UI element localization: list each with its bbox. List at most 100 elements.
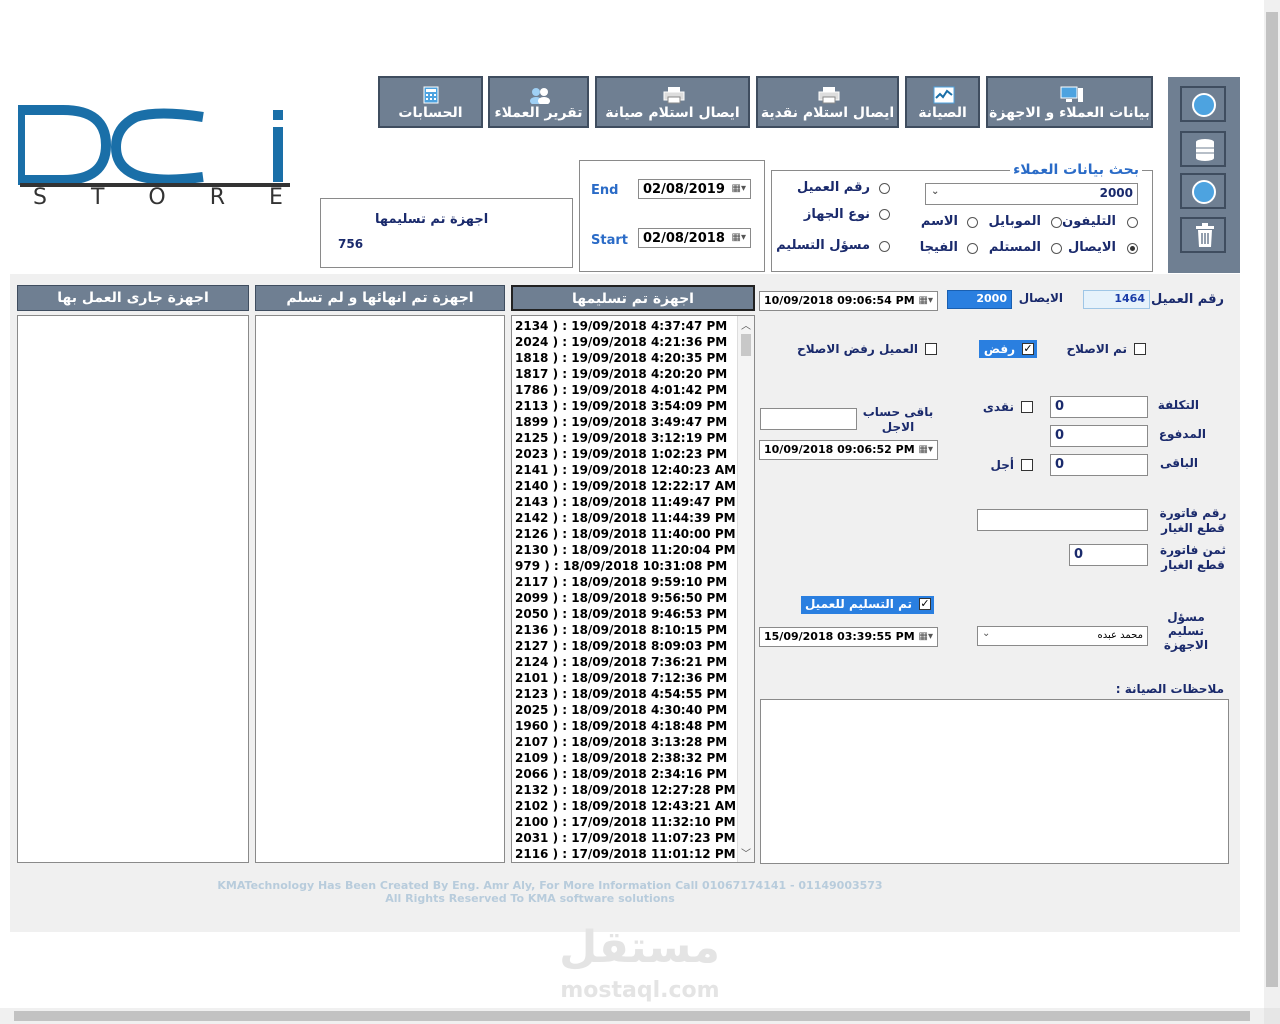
delivered-count-title: اجهزة تم تسليمها: [375, 212, 489, 227]
search-box: بحث بيانات العملاء 2000 ⌄ رقم العميل نوع …: [771, 162, 1153, 272]
list-item[interactable]: 2134 ) : 19/09/2018 4:37:47 PM: [512, 318, 738, 334]
parts-invoice-no-field[interactable]: [977, 509, 1148, 531]
list-item[interactable]: 2023 ) : 19/09/2018 1:02:23 PM: [512, 446, 738, 462]
delivery-person-value: محمد عبده: [1097, 630, 1144, 641]
radio-name-label: الاسم: [920, 214, 958, 229]
list-item[interactable]: 1960 ) : 18/09/2018 4:18:48 PM: [512, 718, 738, 734]
database-button[interactable]: [1180, 131, 1226, 167]
cost-field[interactable]: 0: [1050, 396, 1148, 418]
scroll-thumb[interactable]: [741, 334, 751, 356]
radio-receipt-label: الايصال: [1068, 240, 1116, 255]
customer-no-value: 1464: [1114, 292, 1145, 305]
horizontal-scrollbar[interactable]: [0, 1008, 1264, 1024]
power-button[interactable]: [1180, 86, 1226, 122]
list-item[interactable]: 1899 ) : 19/09/2018 3:49:47 PM: [512, 414, 738, 430]
delete-button[interactable]: [1180, 217, 1226, 253]
list-item[interactable]: 2126 ) : 18/09/2018 11:40:00 PM: [512, 526, 738, 542]
list-item[interactable]: 2142 ) : 18/09/2018 11:44:39 PM: [512, 510, 738, 526]
cash-checkbox[interactable]: [1021, 401, 1033, 413]
delivery-person-select[interactable]: محمد عبده ⌄: [977, 626, 1148, 646]
list-item[interactable]: 2024 ) : 19/09/2018 4:21:36 PM: [512, 334, 738, 350]
parts-invoice-price-field[interactable]: 0: [1069, 544, 1148, 566]
accounts-label: الحسابات: [398, 105, 463, 121]
list-item[interactable]: 2066 ) : 18/09/2018 2:34:16 PM: [512, 766, 738, 782]
list-item[interactable]: 2109 ) : 18/09/2018 2:38:32 PM: [512, 750, 738, 766]
list-item[interactable]: 2102 ) : 18/09/2018 12:43:21 AM: [512, 798, 738, 814]
maintenance-button[interactable]: الصيانة: [905, 76, 980, 128]
receipt-no-field[interactable]: 2000: [947, 290, 1012, 309]
in-progress-list[interactable]: [17, 315, 249, 863]
repaired-checkbox[interactable]: [1134, 343, 1146, 355]
list-item[interactable]: 2113 ) : 19/09/2018 3:54:09 PM: [512, 398, 738, 414]
chart-icon: [933, 86, 954, 104]
list-item[interactable]: 2140 ) : 19/09/2018 12:22:17 AM: [512, 478, 738, 494]
deferred-date-picker[interactable]: 10/09/2018 09:06:52 PM ▦▾: [759, 440, 938, 460]
finished-list[interactable]: [255, 315, 505, 863]
list-item[interactable]: 2100 ) : 17/09/2018 11:32:10 PM: [512, 814, 738, 830]
list-item[interactable]: 2125 ) : 19/09/2018 3:12:19 PM: [512, 430, 738, 446]
accounts-button[interactable]: الحسابات: [378, 76, 483, 128]
list-item[interactable]: 2031 ) : 17/09/2018 11:07:23 PM: [512, 830, 738, 846]
start-date-picker[interactable]: 02/08/2018 ▦▾: [638, 228, 751, 248]
vertical-scrollbar[interactable]: [1264, 0, 1280, 1008]
list-item[interactable]: 2099 ) : 18/09/2018 9:56:50 PM: [512, 590, 738, 606]
customer-refused-checkbox[interactable]: [925, 343, 937, 355]
cash-receipt-label: ايصال استلام نقدية: [760, 105, 895, 121]
remaining-field[interactable]: 0: [1050, 454, 1148, 476]
list-item[interactable]: 2117 ) : 18/09/2018 9:59:10 PM: [512, 574, 738, 590]
deferred-balance-label: باقى حساب الاجل: [862, 405, 934, 434]
customer-no-field[interactable]: 1464: [1083, 290, 1150, 309]
delivered-checkbox[interactable]: ✓: [919, 598, 931, 610]
deferred-checkbox[interactable]: [1021, 459, 1033, 471]
list-item[interactable]: 2107 ) : 18/09/2018 3:13:28 PM: [512, 734, 738, 750]
list-item[interactable]: 2143 ) : 18/09/2018 11:49:47 PM: [512, 494, 738, 510]
list-item[interactable]: 2025 ) : 18/09/2018 4:30:40 PM: [512, 702, 738, 718]
list-item[interactable]: 2141 ) : 19/09/2018 12:40:23 AM: [512, 462, 738, 478]
radio-phone[interactable]: [1127, 217, 1138, 228]
refused-checkbox[interactable]: ✓: [1022, 343, 1034, 355]
list-item[interactable]: 1818 ) : 19/09/2018 4:20:35 PM: [512, 350, 738, 366]
radio-customer-no[interactable]: [879, 183, 890, 194]
delivery-date-picker[interactable]: 15/09/2018 03:39:55 PM ▦▾: [759, 627, 938, 647]
list-item[interactable]: 2136 ) : 18/09/2018 8:10:15 PM: [512, 622, 738, 638]
deferred-balance-field[interactable]: [760, 408, 857, 430]
paid-field[interactable]: 0: [1050, 425, 1148, 447]
list-item[interactable]: 2124 ) : 18/09/2018 7:36:21 PM: [512, 654, 738, 670]
cash-receipt-button[interactable]: ايصال استلام نقدية: [756, 76, 899, 128]
end-date-picker[interactable]: 02/08/2019 ▦▾: [638, 179, 751, 199]
customers-report-button[interactable]: تقرير العملاء: [488, 76, 589, 128]
radio-receipt[interactable]: [1127, 243, 1138, 254]
list-item[interactable]: 2101 ) : 18/09/2018 7:12:36 PM: [512, 670, 738, 686]
notes-textarea[interactable]: [760, 699, 1229, 864]
scroll-down-arrow[interactable]: ﹀: [741, 845, 751, 860]
radio-visa-label: الفيجا: [919, 240, 958, 255]
radio-name[interactable]: [967, 217, 978, 228]
radio-device-type[interactable]: [879, 209, 890, 220]
radio-mobile[interactable]: [1051, 217, 1062, 228]
remaining-label: الباقى: [1159, 456, 1198, 470]
list-item[interactable]: 1817 ) : 19/09/2018 4:20:20 PM: [512, 366, 738, 382]
list-item[interactable]: 1786 ) : 19/09/2018 4:01:42 PM: [512, 382, 738, 398]
list-item[interactable]: 2123 ) : 18/09/2018 4:54:55 PM: [512, 686, 738, 702]
list-item[interactable]: 2050 ) : 18/09/2018 9:46:53 PM: [512, 606, 738, 622]
radio-receiver-label: المستلم: [988, 240, 1041, 255]
maintenance-receipt-button[interactable]: ايصال استلام صيانة: [595, 76, 750, 128]
list-item[interactable]: 2130 ) : 18/09/2018 11:20:04 PM: [512, 542, 738, 558]
scroll-up-arrow[interactable]: ︿: [741, 317, 751, 332]
customers-devices-button[interactable]: بيانات العملاء و الاجهزة: [986, 76, 1153, 128]
delivered-list[interactable]: 2134 ) : 19/09/2018 4:37:47 PM 2024 ) : 1…: [511, 315, 755, 863]
radio-visa[interactable]: [967, 243, 978, 254]
search-input[interactable]: 2000 ⌄: [925, 183, 1138, 205]
receipt-date-picker[interactable]: 10/09/2018 09:06:54 PM ▦▾: [759, 291, 938, 311]
horizontal-scroll-thumb[interactable]: [14, 1011, 1250, 1021]
refresh-button[interactable]: [1180, 173, 1226, 209]
list-item[interactable]: 2127 ) : 18/09/2018 8:09:03 PM: [512, 638, 738, 654]
radio-delivery-person[interactable]: [879, 241, 890, 252]
vertical-scroll-thumb[interactable]: [1266, 12, 1278, 987]
parts-invoice-price-value: 0: [1074, 547, 1084, 562]
scrollbar[interactable]: ︿ ﹀: [737, 316, 754, 862]
list-item[interactable]: 2132 ) : 18/09/2018 12:27:28 PM: [512, 782, 738, 798]
radio-receiver[interactable]: [1051, 243, 1062, 254]
list-item[interactable]: 2116 ) : 17/09/2018 11:01:12 PM: [512, 846, 738, 862]
list-item[interactable]: 979 ) : 18/09/2018 10:31:08 PM: [512, 558, 738, 574]
